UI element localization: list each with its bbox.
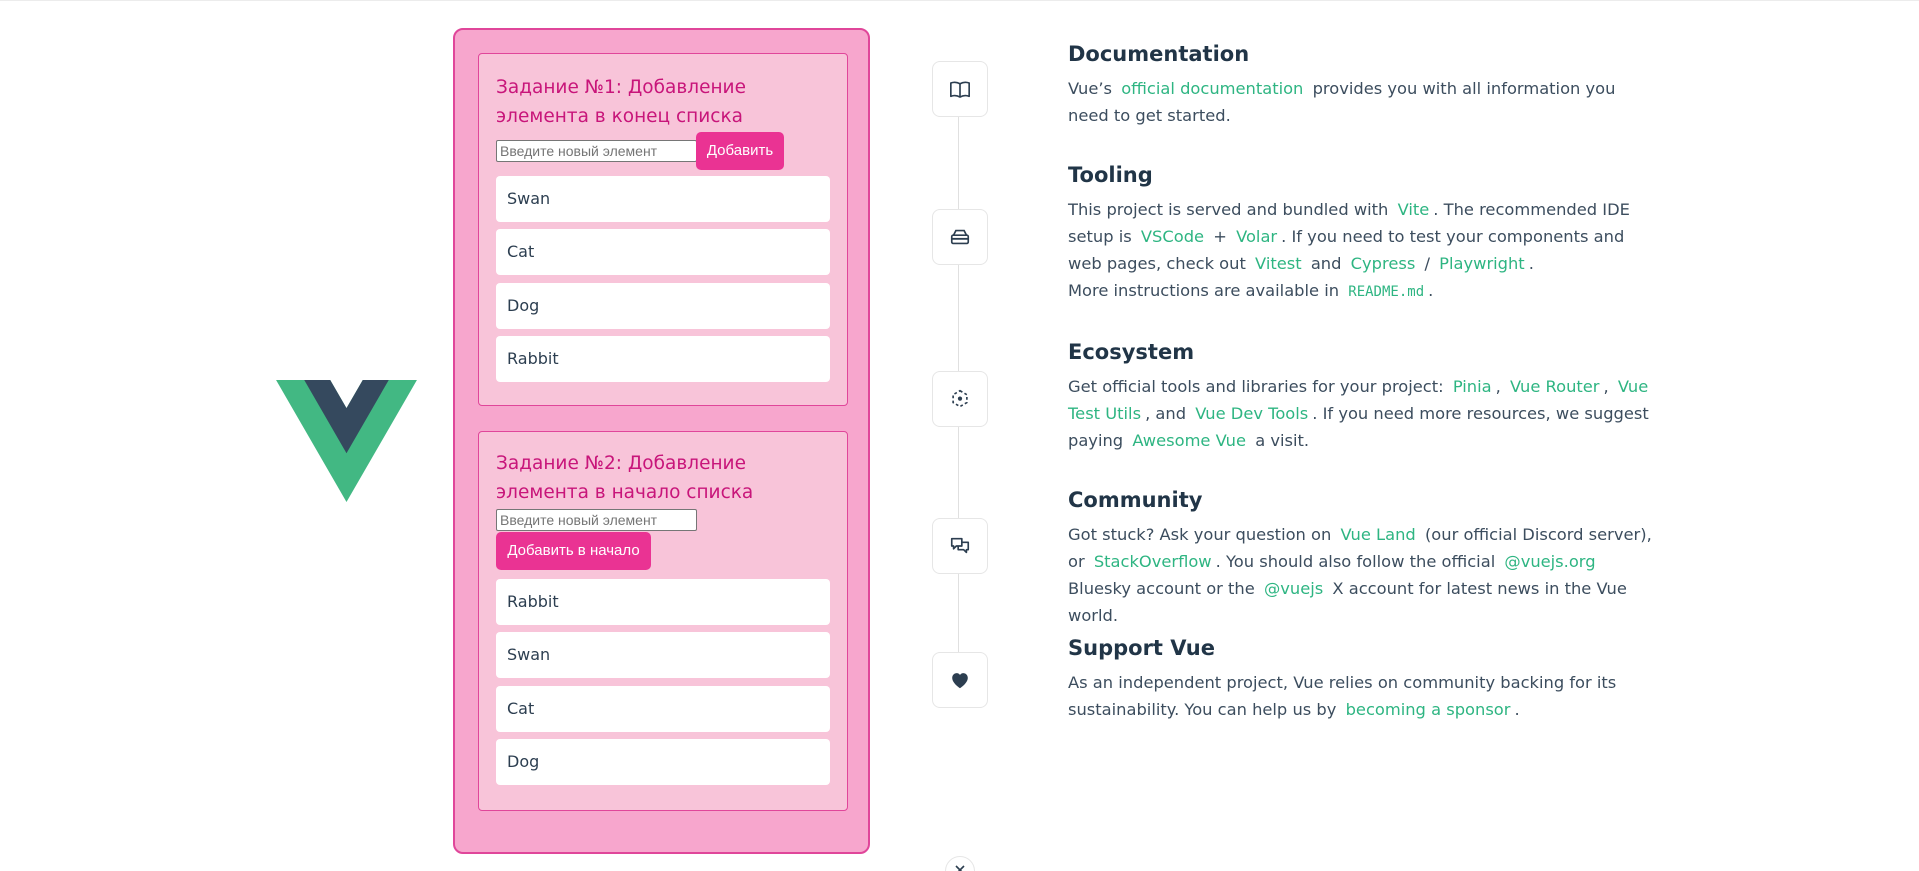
readme-code: README.md [1348, 284, 1425, 300]
task2-card: Задание №2: Добавление элемента в начало… [478, 431, 848, 811]
chevron-icon [955, 865, 965, 871]
list-item: Rabbit [496, 579, 830, 625]
vue-land-link[interactable]: Vue Land [1337, 525, 1420, 544]
tooling-section: Tooling This project is served and bundl… [1068, 161, 1658, 306]
cypress-link[interactable]: Cypress [1347, 254, 1420, 273]
vue-router-link[interactable]: Vue Router [1506, 377, 1604, 396]
community-icon [950, 537, 970, 554]
documentation-icon [950, 81, 970, 98]
task2-title: Задание №2: Добавление элемента в начало… [496, 453, 754, 503]
vite-link[interactable]: Vite [1394, 200, 1434, 219]
tooling-icon-box [932, 209, 988, 265]
list-item: Cat [496, 229, 830, 275]
documentation-icon-box [932, 61, 988, 117]
ecosystem-text: Get official tools and libraries for you… [1068, 377, 1649, 450]
documentation-heading: Documentation [1068, 42, 1250, 66]
ecosystem-section: Ecosystem Get official tools and librari… [1068, 338, 1658, 454]
chevron-icon-partial [945, 856, 975, 871]
x-account-link[interactable]: @vuejs [1260, 579, 1327, 598]
official-documentation-link[interactable]: official documentation [1117, 79, 1307, 98]
task1-title: Задание №1: Добавление элемента в конец … [496, 77, 746, 127]
task2-add-to-start-button[interactable]: Добавить в начало [496, 532, 651, 570]
list-item: Rabbit [496, 336, 830, 382]
task1-new-item-input[interactable] [496, 140, 697, 162]
playwright-link[interactable]: Playwright [1435, 254, 1529, 273]
list-item: Dog [496, 739, 830, 785]
heart-icon [952, 673, 968, 689]
community-text: Got stuck? Ask your question on Vue Land… [1068, 525, 1652, 625]
documentation-text: Vue’s official documentation provides yo… [1068, 79, 1616, 125]
list-item: Cat [496, 686, 830, 732]
stackoverflow-link[interactable]: StackOverflow [1090, 552, 1216, 571]
pinia-link[interactable]: Pinia [1449, 377, 1496, 396]
ecosystem-icon [952, 389, 968, 408]
list-item: Swan [496, 176, 830, 222]
vue-dev-tools-link[interactable]: Vue Dev Tools [1191, 404, 1312, 423]
tooling-icon [950, 229, 970, 245]
community-heading: Community [1068, 488, 1203, 512]
vitest-link[interactable]: Vitest [1251, 254, 1306, 273]
task2-new-item-input[interactable] [496, 509, 697, 531]
support-text: As an independent project, Vue relies on… [1068, 673, 1617, 719]
vscode-link[interactable]: VSCode [1137, 227, 1208, 246]
support-section: Support Vue As an independent project, V… [1068, 634, 1658, 723]
awesome-vue-link[interactable]: Awesome Vue [1128, 431, 1250, 450]
ecosystem-heading: Ecosystem [1068, 340, 1195, 364]
task1-add-button[interactable]: Добавить [696, 132, 784, 170]
volar-link[interactable]: Volar [1232, 227, 1281, 246]
top-divider [0, 0, 1919, 1]
list-item: Dog [496, 283, 830, 329]
vue-logo-icon [276, 380, 417, 502]
community-icon-box [932, 518, 988, 574]
task1-card: Задание №1: Добавление элемента в конец … [478, 53, 848, 406]
support-heading: Support Vue [1068, 636, 1215, 660]
tasks-panel: Задание №1: Добавление элемента в конец … [453, 28, 870, 854]
bluesky-link[interactable]: @vuejs.org [1500, 552, 1599, 571]
community-section: Community Got stuck? Ask your question o… [1068, 486, 1658, 629]
becoming-sponsor-link[interactable]: becoming a sponsor [1342, 700, 1515, 719]
tooling-text: This project is served and bundled with … [1068, 200, 1630, 300]
ecosystem-icon-box [932, 371, 988, 427]
support-icon-box [932, 652, 988, 708]
tooling-heading: Tooling [1068, 163, 1153, 187]
list-item: Swan [496, 632, 830, 678]
documentation-section: Documentation Vue’s official documentati… [1068, 40, 1658, 129]
